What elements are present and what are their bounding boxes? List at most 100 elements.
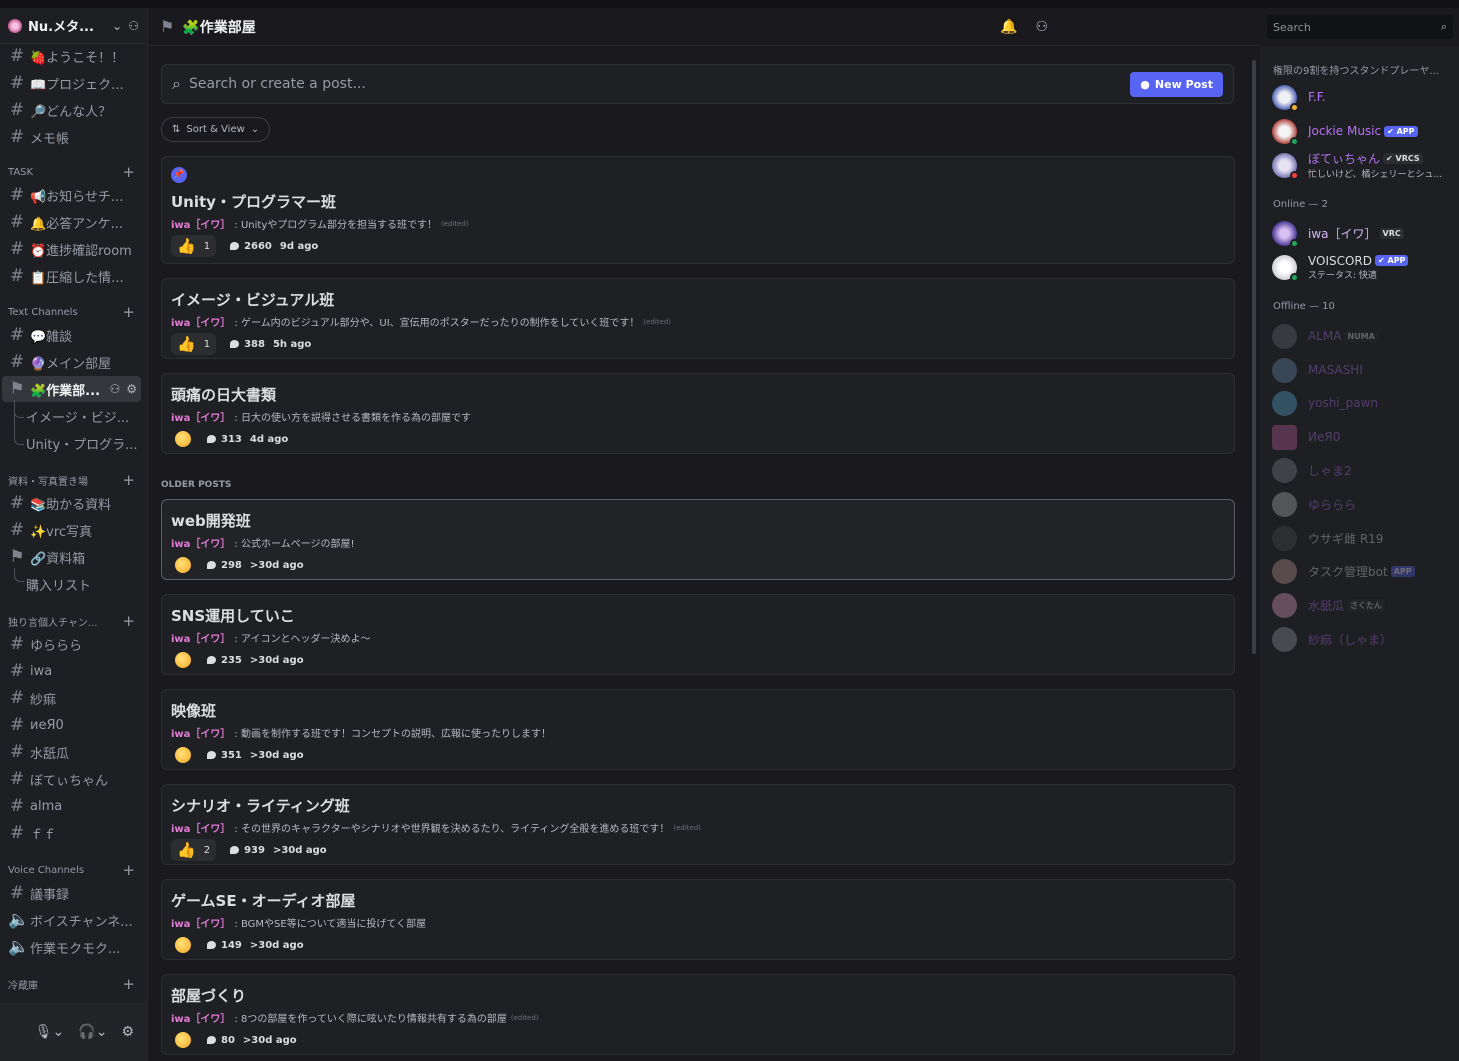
emoji-reaction-icon[interactable] xyxy=(175,431,191,447)
status-dnd-icon xyxy=(1290,170,1299,180)
server-header[interactable]: Nu.メタ... ⌄ ⚇ xyxy=(0,8,147,44)
channel-item[interactable]: # ⏰進捗確認room xyxy=(2,236,141,262)
comment-count: 235 xyxy=(221,654,242,666)
forum-icon: ⚑ xyxy=(160,17,175,36)
channel-item[interactable]: # 🍓ようこそ！！ xyxy=(2,43,141,69)
channel-item[interactable]: # 紗痲 xyxy=(2,685,141,711)
post-title: 頭痛の日大書類 xyxy=(171,386,277,404)
category-voice[interactable]: Voice Channels + xyxy=(8,861,135,879)
channel-item[interactable]: # alma xyxy=(2,793,141,819)
post-card[interactable]: web開発班 iwa［イワ］: 公式ホームページの部屋! 298 >30d ago xyxy=(161,499,1235,580)
post-card[interactable]: 映像班 iwa［イワ］: 動画を制作する班です！コンセプトの説明、広報に使ったり… xyxy=(161,689,1235,770)
post-card[interactable]: シナリオ・ライティング班 iwa［イワ］: その世界のキャラクターやシナリオや世… xyxy=(161,784,1235,865)
gear-icon[interactable]: ⚙ xyxy=(126,382,137,396)
member-name: iwa［イワ］ VRC xyxy=(1308,225,1404,242)
member-item[interactable]: ALMA NUMA xyxy=(1272,321,1455,351)
post-card[interactable]: 頭痛の日大書類 iwa［イワ］: 日大の使い方を説得させる書類を作る為の部屋です… xyxy=(161,373,1235,454)
add-channel-icon[interactable]: + xyxy=(122,975,135,993)
emoji-reaction-icon[interactable] xyxy=(175,652,191,668)
thread-item[interactable]: Unity・プログラ... xyxy=(2,430,141,456)
member-item[interactable]: MASASHI xyxy=(1272,355,1455,385)
channel-item[interactable]: # 🔮メイン部屋 xyxy=(2,349,141,375)
member-item[interactable]: ИеЯ0 xyxy=(1272,422,1455,452)
channel-item[interactable]: # メモ帳 xyxy=(2,124,141,150)
add-channel-icon[interactable]: + xyxy=(122,303,135,321)
bell-icon[interactable]: 🔔 xyxy=(1000,19,1017,35)
channel-item[interactable]: # ｆｆ xyxy=(2,820,141,846)
member-item[interactable]: ぼてぃちゃん ✔ VRCS 忙しいけど、橘シェリーとシュ... xyxy=(1272,150,1455,180)
channel-item[interactable]: # 🔔必答アンケ... xyxy=(2,209,141,235)
channel-item[interactable]: # 📖プロジェク... xyxy=(2,70,141,96)
category-text-channels[interactable]: Text Channels + xyxy=(8,303,135,321)
member-item[interactable]: 水舐瓜 さくたん xyxy=(1272,590,1455,620)
hash-icon: # xyxy=(9,742,25,762)
add-channel-icon[interactable]: + xyxy=(122,471,135,489)
members-icon[interactable]: ⚇ xyxy=(1035,19,1048,35)
chevron-down-icon[interactable]: ⌄ xyxy=(112,19,122,33)
member-item[interactable]: VOISCORD ✔ APP ステータス: 快適 xyxy=(1272,252,1455,282)
reaction[interactable]: 👍 1 xyxy=(171,235,217,257)
new-post-button[interactable]: ● New Post xyxy=(1130,71,1223,97)
post-card[interactable]: ゲームSE・オーディオ部屋 iwa［イワ］: BGMやSE等について適当に投げて… xyxy=(161,879,1235,960)
gear-icon[interactable]: ⚙ xyxy=(121,1024,134,1040)
channel-item[interactable]: # 📢お知らせチ... xyxy=(2,182,141,208)
reaction[interactable]: 👍 2 xyxy=(171,839,217,861)
emoji-reaction-icon[interactable] xyxy=(175,557,191,573)
scrollbar[interactable] xyxy=(1252,60,1256,654)
channel-item[interactable]: ⚑ 🔗資料箱 xyxy=(2,544,141,570)
member-name: Jockie Music ✔ APP xyxy=(1308,124,1418,138)
headphones-icon[interactable]: 🎧⌄ xyxy=(78,1024,107,1040)
emoji-reaction-icon[interactable] xyxy=(175,937,191,953)
member-name: ウサギ雌 R19 xyxy=(1308,531,1384,546)
voice-channel-item[interactable]: 🔈 作業モクモク... xyxy=(2,934,141,960)
member-item[interactable]: しゃま2 xyxy=(1272,455,1455,485)
member-item[interactable]: タスク管理bot APP xyxy=(1272,556,1455,586)
channel-item[interactable]: # 📚助かる資料 xyxy=(2,490,141,516)
post-search-placeholder: Search or create a post... xyxy=(188,76,366,92)
channel-item[interactable]: # ゆららら xyxy=(2,631,141,657)
voice-channel-item[interactable]: 🔈 ボイスチャンネ... xyxy=(2,907,141,933)
channel-item[interactable]: # 💬雑談 xyxy=(2,322,141,348)
post-card[interactable]: 📌 Unity・プログラマー班 iwa［イワ］: Unityやプログラム部分を担… xyxy=(161,156,1235,264)
category-fridge[interactable]: 冷蔵庫 + xyxy=(8,975,135,993)
category-personal[interactable]: 独り言個人チャン... + xyxy=(8,612,135,630)
member-item[interactable]: F.F. xyxy=(1272,82,1455,112)
post-card[interactable]: 部屋づくり iwa［イワ］: 8つの部屋を作っていく際に呟いたり情報共有する為の… xyxy=(161,974,1235,1055)
status-online-icon xyxy=(1290,238,1299,248)
channel-item[interactable]: # 水舐瓜 xyxy=(2,739,141,765)
post-search-input[interactable]: ⌕ Search or create a post... ● New Post xyxy=(161,64,1234,104)
channel-item[interactable]: # ✨vrc写真 xyxy=(2,517,141,543)
member-item[interactable]: ゆららら xyxy=(1272,489,1455,519)
channel-item-active[interactable]: ⚑ 🧩作業部... ⚇ ⚙ xyxy=(2,376,141,402)
category-materials[interactable]: 資料・写真置き場 + xyxy=(8,471,135,489)
add-channel-icon[interactable]: + xyxy=(122,612,135,630)
channel-item[interactable]: # 🔎どんな人？ xyxy=(2,97,141,123)
channel-item[interactable]: # иеЯ0 xyxy=(2,712,141,738)
member-item[interactable]: 紗痲（しゃま） xyxy=(1272,624,1455,654)
post-card[interactable]: イメージ・ビジュアル班 iwa［イワ］: ゲーム内のビジュアル部分や、UI、宣伝… xyxy=(161,278,1235,359)
thread-item[interactable]: 購入リスト xyxy=(2,571,141,597)
comment-icon xyxy=(207,751,216,759)
add-channel-icon[interactable]: + xyxy=(122,861,135,879)
emoji-reaction-icon[interactable] xyxy=(175,1032,191,1048)
microphone-icon[interactable]: 🎙⌄ xyxy=(35,1024,65,1040)
reaction[interactable]: 👍 1 xyxy=(171,333,217,355)
invite-icon[interactable]: ⚇ xyxy=(128,19,139,33)
member-item[interactable]: iwa［イワ］ VRC xyxy=(1272,218,1455,248)
channel-item[interactable]: # 議事録 xyxy=(2,880,141,906)
sort-view-button[interactable]: ⇅ Sort & View ⌄ xyxy=(161,117,271,142)
category-task[interactable]: TASK + xyxy=(8,163,135,181)
member-item[interactable]: yoshi_pawn xyxy=(1272,388,1455,418)
invite-icon[interactable]: ⚇ xyxy=(109,382,120,396)
channel-item[interactable]: # iwa xyxy=(2,658,141,684)
channel-item[interactable]: # 📋圧縮した情... xyxy=(2,263,141,289)
channel-item[interactable]: # ぼてぃちゃん xyxy=(2,766,141,792)
member-item[interactable]: Jockie Music ✔ APP xyxy=(1272,116,1455,146)
post-card[interactable]: SNS運用していこ iwa［イワ］: アイコンとヘッダー決めよ～ 235 >30d… xyxy=(161,594,1235,675)
add-channel-icon[interactable]: + xyxy=(122,163,135,181)
search-input[interactable]: Search ⌕ xyxy=(1267,15,1453,39)
member-list: 権限の9割を持つスタンドプレーヤ... F.F. Jockie Music ✔ A… xyxy=(1260,46,1459,1061)
channel-label: 紗痲 xyxy=(30,692,57,708)
emoji-reaction-icon[interactable] xyxy=(175,747,191,763)
member-item[interactable]: ウサギ雌 R19 xyxy=(1272,523,1455,553)
